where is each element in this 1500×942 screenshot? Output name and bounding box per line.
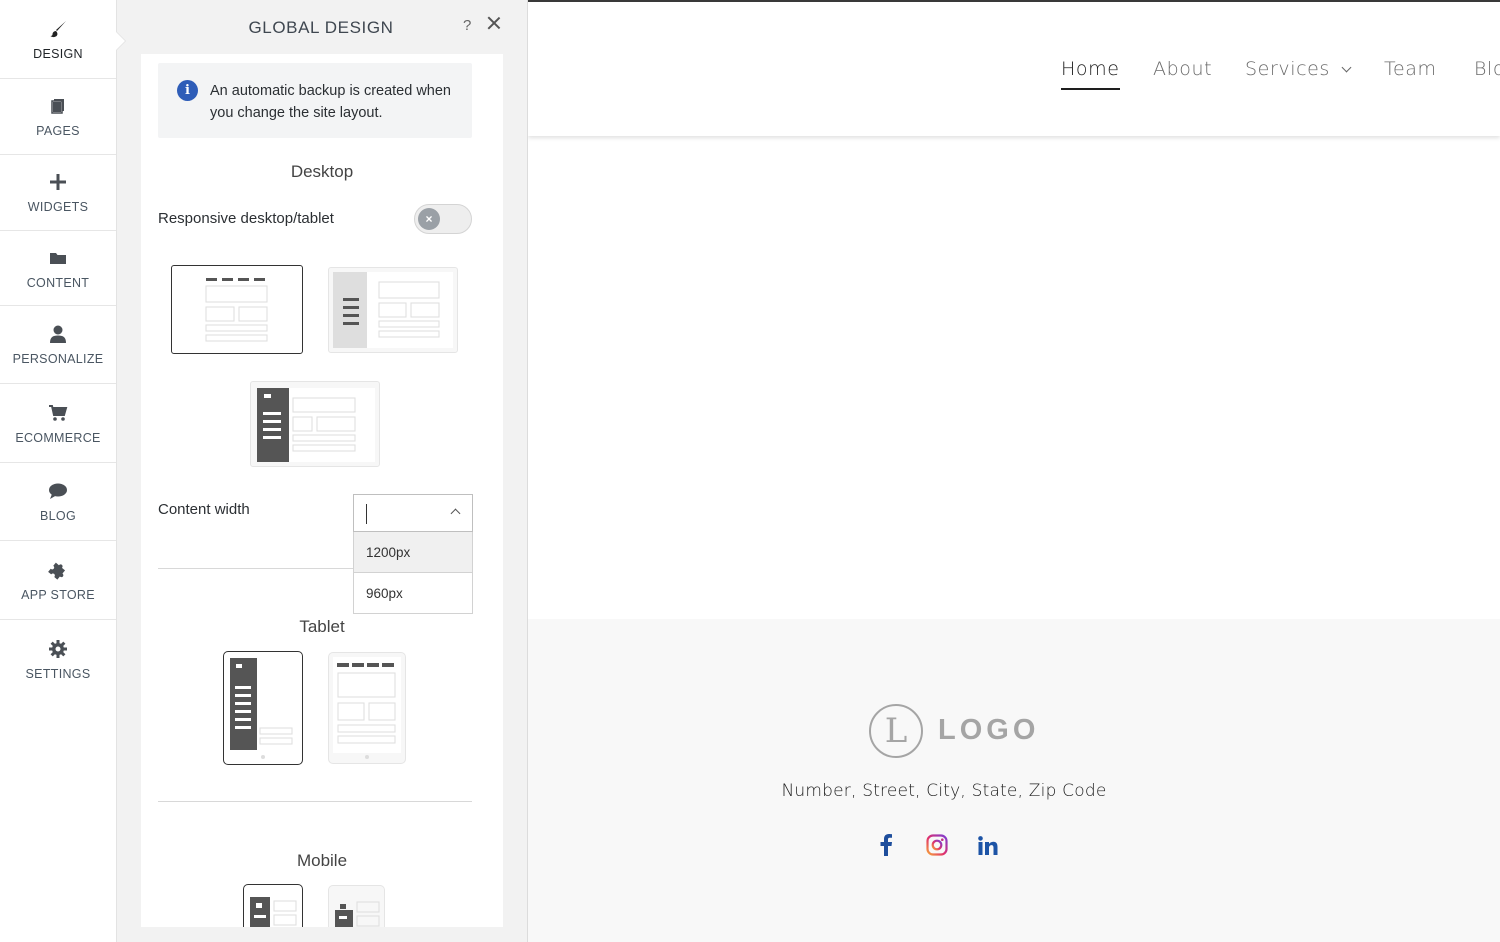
sidebar-item-blog[interactable]: BLOG — [0, 463, 116, 541]
site-body — [528, 136, 1500, 619]
pages-icon — [47, 95, 69, 117]
speech-bubble-icon — [47, 480, 69, 502]
puzzle-icon — [47, 559, 69, 581]
sidebar-item-label: CONTENT — [26, 275, 90, 290]
app-root: DESIGN PAGES WIDGETS CONTENT PERSONALIZE — [0, 0, 1500, 942]
sidebar-item-label: ECOMMERCE — [15, 430, 101, 445]
mobile-layout-2[interactable] — [328, 885, 385, 927]
top-nav-layout-icon — [205, 278, 268, 342]
nav-label: Team — [1384, 58, 1437, 80]
sidebar-item-content[interactable]: CONTENT — [0, 231, 116, 306]
sidebar-item-design[interactable]: DESIGN — [0, 0, 116, 79]
nav-item-blog[interactable]: Blo — [1474, 58, 1500, 80]
logo-text: LOGO — [938, 714, 1040, 746]
nav-item-services[interactable]: Services — [1245, 58, 1352, 80]
content-width-option-1200[interactable]: 1200px — [353, 532, 473, 573]
sidebar-item-app-store[interactable]: APP STORE — [0, 541, 116, 620]
sidebar-item-widgets[interactable]: WIDGETS — [0, 155, 116, 231]
desktop-layout-left-light[interactable] — [328, 267, 458, 353]
tablet-layout-left-dark[interactable] — [223, 651, 303, 765]
content-width-input[interactable] — [353, 494, 473, 532]
facebook-icon[interactable] — [874, 833, 898, 857]
nav-label: About — [1153, 58, 1213, 80]
mobile-layout-alt-icon — [335, 901, 380, 927]
divider — [158, 568, 353, 569]
info-text: An automatic backup is created when you … — [210, 83, 451, 121]
left-sidebar-dark-layout-icon — [257, 388, 375, 462]
nav-label: Blo — [1474, 58, 1500, 80]
chevron-down-icon — [1341, 62, 1352, 73]
tablet-left-sidebar-layout-icon — [230, 658, 296, 759]
content-width-label: Content width — [158, 501, 250, 518]
sidebar-item-personalize[interactable]: PERSONALIZE — [0, 306, 116, 384]
sidebar-item-label: PAGES — [36, 124, 80, 138]
sidebar-item-label: WIDGETS — [27, 200, 89, 214]
sidebar-item-label: APP STORE — [21, 587, 95, 602]
desktop-layout-left-dark[interactable] — [250, 381, 380, 467]
nav-label: Home — [1061, 58, 1120, 80]
desktop-layout-top-nav[interactable] — [171, 265, 303, 354]
instagram-icon[interactable] — [925, 833, 949, 857]
paintbrush-icon — [47, 18, 69, 40]
nav-item-home[interactable]: Home — [1061, 58, 1120, 90]
content-width-option-960[interactable]: 960px — [353, 573, 473, 614]
responsive-toggle[interactable]: × — [414, 204, 472, 234]
sidebar-item-label: SETTINGS — [25, 667, 91, 681]
nav-item-team[interactable]: Team — [1384, 58, 1437, 80]
gear-icon — [47, 638, 69, 660]
sidebar-item-label: PERSONALIZE — [12, 352, 104, 366]
footer-address: Number, Street, City, State, Zip Code — [781, 781, 1107, 801]
tablet-layout-top-nav[interactable] — [328, 652, 406, 764]
global-design-panel: GLOBAL DESIGN ? i An automatic backup is… — [116, 0, 528, 942]
sidebar-item-settings[interactable]: SETTINGS — [0, 620, 116, 699]
nav-item-about[interactable]: About — [1153, 58, 1212, 80]
sidebar-item-pages[interactable]: PAGES — [0, 79, 116, 155]
tablet-section-title: Tablet — [299, 617, 345, 636]
mobile-section-title: Mobile — [296, 851, 348, 870]
folder-icon — [47, 247, 69, 269]
left-sidebar-light-layout-icon — [333, 272, 453, 348]
desktop-section-title: Desktop — [290, 162, 354, 181]
info-icon: i — [177, 80, 198, 101]
site-footer: L LOGO Number, Street, City, State, Zip … — [528, 619, 1500, 942]
panel-content: i An automatic backup is created when yo… — [141, 54, 503, 927]
sidebar-item-ecommerce[interactable]: ECOMMERCE — [0, 384, 116, 463]
cart-icon — [47, 402, 69, 424]
linkedin-icon[interactable] — [976, 833, 1000, 857]
active-underline — [1061, 88, 1120, 90]
logo-mark: L — [869, 704, 923, 758]
mobile-layout-icon — [250, 897, 297, 927]
toggle-off-icon: × — [418, 208, 440, 230]
site-preview: Home About Services Team Blo L LOGO Numb… — [528, 0, 1500, 942]
sidebar-item-label: BLOG — [40, 509, 76, 523]
chevron-up-icon — [450, 508, 461, 519]
text-cursor — [366, 504, 367, 524]
help-icon[interactable]: ? — [463, 17, 471, 34]
person-icon — [47, 323, 69, 345]
nav-label: Services — [1245, 58, 1330, 80]
plus-icon — [47, 171, 69, 193]
site-header: Home About Services Team Blo — [528, 2, 1500, 136]
mobile-layout-1[interactable] — [243, 884, 303, 927]
divider — [158, 801, 472, 802]
responsive-label: Responsive desktop/tablet — [158, 210, 334, 227]
left-sidebar: DESIGN PAGES WIDGETS CONTENT PERSONALIZE — [0, 0, 117, 942]
close-icon[interactable] — [485, 14, 503, 32]
tablet-top-nav-layout-icon — [333, 657, 401, 759]
content-width-select: 1200px 960px — [353, 494, 473, 614]
info-banner: i An automatic backup is created when yo… — [158, 63, 472, 138]
sidebar-item-label: DESIGN — [33, 46, 83, 61]
